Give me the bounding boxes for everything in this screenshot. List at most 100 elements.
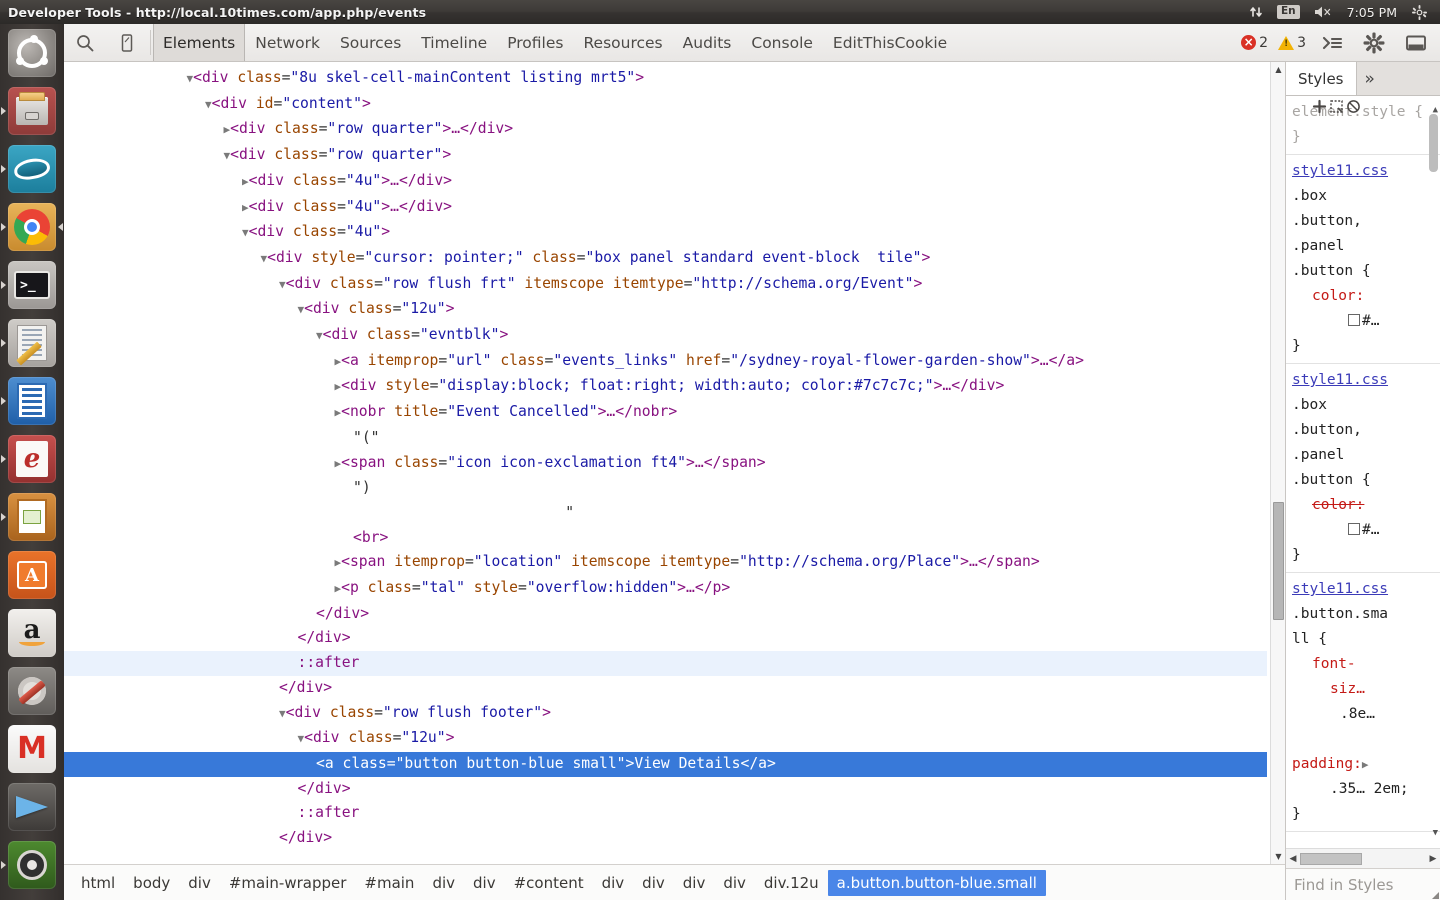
dom-node[interactable]: ▶<span itemprop="location" itemscope ite… <box>64 550 1267 576</box>
dom-node[interactable]: ▶<span class="icon icon-exclamation ft4"… <box>64 451 1267 477</box>
dom-node[interactable]: ▶<div class="4u">…</div> <box>64 195 1267 221</box>
rule-element-style[interactable]: element.style { } <box>1286 96 1440 155</box>
launcher-item-brasero[interactable] <box>0 778 64 836</box>
stylesheet-source-link[interactable]: style11.css <box>1292 159 1436 184</box>
scroll-down-arrow-icon[interactable]: ▼ <box>1271 849 1285 864</box>
css-property-font-size-name[interactable]: font- <box>1312 656 1356 672</box>
more-tabs-chevron-icon[interactable]: » <box>1357 62 1383 95</box>
dom-node[interactable]: ▼<div style="cursor: pointer;" class="bo… <box>64 246 1267 272</box>
stylesheet-source-link[interactable]: style11.css <box>1292 368 1436 393</box>
network-up-down-icon[interactable] <box>1242 0 1270 24</box>
dom-tree-vertical-scrollbar[interactable]: ▲ ▼ <box>1270 62 1285 864</box>
breadcrumb-item[interactable]: #main-wrapper <box>220 870 356 896</box>
hscroll-left-arrow-icon[interactable]: ◀ <box>1286 854 1300 864</box>
dom-node[interactable]: " <box>64 501 1267 526</box>
breadcrumb-item[interactable]: #main <box>355 870 423 896</box>
launcher-item-terminal[interactable]: >_ <box>0 256 64 314</box>
tab-editthiscookie[interactable]: EditThisCookie <box>823 24 957 61</box>
css-property-padding-value[interactable]: .35… 2em; <box>1330 781 1409 797</box>
tab-profiles[interactable]: Profiles <box>497 24 573 61</box>
scrollbar-thumb[interactable] <box>1273 502 1284 620</box>
breadcrumb-item[interactable]: #content <box>505 870 593 896</box>
dom-node[interactable]: ::after <box>64 651 1267 676</box>
css-property-font-size-cont[interactable]: siz… <box>1330 681 1365 697</box>
dom-node[interactable]: "(" <box>64 426 1267 451</box>
launcher-item-google-chrome[interactable] <box>0 198 64 256</box>
clock[interactable]: 7:05 PM <box>1339 5 1405 20</box>
dom-node[interactable]: ▶<nobr title="Event Cancelled">…</nobr> <box>64 400 1267 426</box>
tab-audits[interactable]: Audits <box>673 24 742 61</box>
device-toggle-icon[interactable] <box>106 24 148 61</box>
dom-node[interactable]: </div> <box>64 602 1267 627</box>
stylesheet-source-link[interactable]: style11.css <box>1292 577 1436 602</box>
dom-node[interactable]: </div> <box>64 626 1267 651</box>
css-property-name-overridden[interactable]: color: <box>1312 497 1364 513</box>
css-property-padding-name[interactable]: padding: <box>1292 756 1362 772</box>
dom-node[interactable]: ▼<div class="row quarter"> <box>64 143 1267 169</box>
tab-styles[interactable]: Styles <box>1286 62 1357 95</box>
color-swatch[interactable] <box>1348 523 1360 535</box>
breadcrumb-item[interactable]: html <box>72 870 124 896</box>
breadcrumb-item[interactable]: div <box>464 870 505 896</box>
dom-node[interactable]: ▶<div class="4u">…</div> <box>64 169 1267 195</box>
dom-node[interactable]: ▼<div class="12u"> <box>64 297 1267 323</box>
breadcrumb-item[interactable]: a.button.button-blue.small <box>827 869 1046 896</box>
no-styles-icon[interactable] <box>1346 98 1361 123</box>
launcher-item-gwibber[interactable] <box>0 140 64 198</box>
launcher-item-files[interactable] <box>0 82 64 140</box>
launcher-item-text-editor[interactable] <box>0 314 64 372</box>
console-drawer-icon[interactable] <box>1312 24 1352 62</box>
dom-node[interactable]: ▼<div class="8u skel-cell-mainContent li… <box>64 66 1267 92</box>
dom-node[interactable]: ▼<div class="4u"> <box>64 220 1267 246</box>
launcher-item-workspace-switcher[interactable] <box>0 836 64 894</box>
styles-vertical-scrollbar[interactable]: ▲ ▼ <box>1427 96 1440 848</box>
error-count-badge[interactable]: × 2 <box>1237 35 1272 51</box>
css-property-font-size-value[interactable]: .8e… <box>1340 706 1375 722</box>
keyboard-layout-indicator[interactable]: En <box>1270 0 1307 24</box>
css-property-value[interactable]: #… <box>1362 522 1379 538</box>
rule-box-button-panel-button-2[interactable]: style11.css .box .button, .panel .button… <box>1286 364 1440 573</box>
dom-node[interactable]: ::after <box>64 801 1267 826</box>
rule-box-button-panel-button-1[interactable]: style11.css .box .button, .panel .button… <box>1286 155 1440 364</box>
breadcrumb-item[interactable]: div <box>714 870 755 896</box>
css-property-value[interactable]: #… <box>1362 313 1379 329</box>
styles-scroll-down-icon[interactable]: ▼ <box>1433 821 1438 846</box>
launcher-item-system-settings[interactable] <box>0 662 64 720</box>
breadcrumb-item[interactable]: div <box>633 870 674 896</box>
tab-timeline[interactable]: Timeline <box>411 24 497 61</box>
launcher-item-libreoffice-impress[interactable] <box>0 488 64 546</box>
dom-node[interactable]: ▼<div class="evntblk"> <box>64 323 1267 349</box>
dom-node[interactable]: ▶<p class="tal" style="overflow:hidden">… <box>64 576 1267 602</box>
dom-node[interactable]: <br> <box>64 526 1267 551</box>
tab-elements[interactable]: Elements <box>153 24 246 61</box>
breadcrumb-item[interactable]: div <box>593 870 634 896</box>
tab-sources[interactable]: Sources <box>330 24 411 61</box>
launcher-item-gmail[interactable]: M <box>0 720 64 778</box>
scroll-up-arrow-icon[interactable]: ▲ <box>1271 62 1285 77</box>
expand-padding-triangle-icon[interactable]: ▶ <box>1362 758 1369 771</box>
styles-horizontal-scrollbar[interactable]: ◀ ▶ <box>1286 848 1440 868</box>
tab-console[interactable]: Console <box>741 24 823 61</box>
breadcrumb-item[interactable]: div <box>674 870 715 896</box>
css-property-name[interactable]: color: <box>1312 288 1364 304</box>
launcher-item-ubuntu-software-center[interactable]: A <box>0 546 64 604</box>
breadcrumb-item[interactable]: div.12u <box>755 870 828 896</box>
breadcrumb-item[interactable]: div <box>179 870 220 896</box>
styles-scrollbar-thumb[interactable] <box>1429 114 1438 172</box>
system-gear-icon[interactable] <box>1405 0 1434 24</box>
dom-node[interactable]: ▶<div style="display:block; float:right;… <box>64 374 1267 400</box>
find-in-styles-input[interactable]: Find in Styles <box>1286 868 1440 900</box>
warning-count-badge[interactable]: 3 <box>1274 35 1310 51</box>
color-swatch[interactable] <box>1348 314 1360 326</box>
dock-side-icon[interactable] <box>1396 24 1436 62</box>
gear-icon[interactable] <box>1354 24 1394 62</box>
dom-node[interactable]: ") <box>64 476 1267 501</box>
dom-node[interactable]: </div> <box>64 826 1267 851</box>
launcher-item-document-viewer[interactable]: e <box>0 430 64 488</box>
dom-node[interactable]: </div> <box>64 777 1267 802</box>
new-rule-plus-icon[interactable] <box>1312 98 1327 123</box>
tab-resources[interactable]: Resources <box>573 24 672 61</box>
tab-network[interactable]: Network <box>245 24 330 61</box>
styles-rules-list[interactable]: element.style { } style11.css .box .butt… <box>1286 96 1440 848</box>
dom-node[interactable]: ▼<div class="row flush frt" itemscope it… <box>64 272 1267 298</box>
